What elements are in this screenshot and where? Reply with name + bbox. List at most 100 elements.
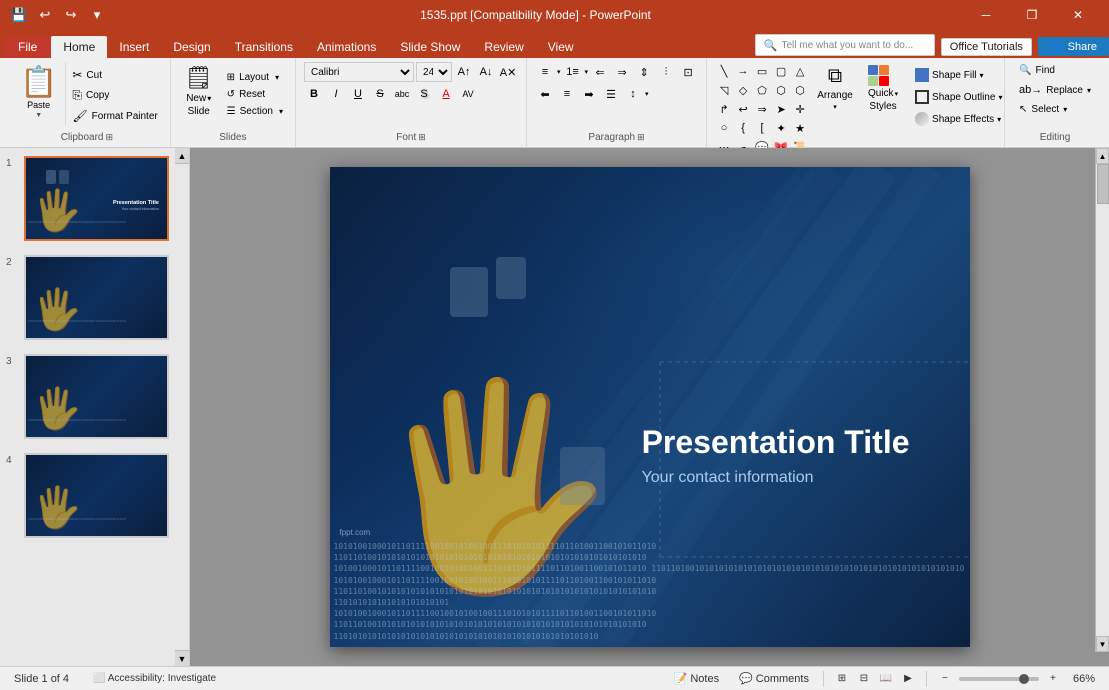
strikethrough-button[interactable]: S bbox=[370, 84, 390, 104]
bullet-list-button[interactable]: ≡ bbox=[535, 62, 555, 82]
clipboard-expand-icon[interactable]: ⊞ bbox=[106, 132, 114, 143]
zoom-in-button[interactable]: + bbox=[1043, 670, 1063, 688]
scrollbar-track[interactable] bbox=[1096, 164, 1109, 636]
slide-thumbnail-4[interactable]: 🖐 10101001000101101111001001010010011101… bbox=[24, 453, 169, 538]
zoom-slider[interactable] bbox=[959, 677, 1039, 681]
columns-button[interactable]: ⫶ bbox=[656, 62, 676, 82]
shape-notched-arrow[interactable]: ➤ bbox=[772, 100, 790, 118]
tab-transitions[interactable]: Transitions bbox=[223, 36, 305, 58]
quick-styles-button[interactable]: Quick ▾ Styles bbox=[861, 62, 905, 115]
slideshow-button[interactable]: ▶ bbox=[898, 670, 918, 688]
shape-star4[interactable]: ✦ bbox=[772, 119, 790, 137]
customize-qat-button[interactable]: ▾ bbox=[86, 4, 108, 26]
shape-diamond[interactable]: ◇ bbox=[734, 81, 752, 99]
tab-slideshow[interactable]: Slide Show bbox=[388, 36, 472, 58]
shape-hexagon[interactable]: ⬡ bbox=[772, 81, 790, 99]
notes-button[interactable]: 📝 Notes bbox=[668, 670, 725, 687]
shape-rounded-rect[interactable]: ▢ bbox=[772, 62, 790, 80]
cut-button[interactable]: ✂ Cut bbox=[68, 66, 161, 84]
shape-effects-button[interactable]: Shape Effects ▾ bbox=[909, 110, 1008, 128]
numbering-arrow[interactable]: ▾ bbox=[585, 68, 589, 76]
tab-design[interactable]: Design bbox=[161, 36, 222, 58]
shape-u-arrow[interactable]: ↩ bbox=[734, 100, 752, 118]
accessibility-button[interactable]: ⬜ Accessibility: Investigate bbox=[87, 671, 222, 686]
shape-bent-arrow[interactable]: ↱ bbox=[715, 100, 733, 118]
tab-file[interactable]: File bbox=[4, 36, 51, 58]
normal-view-button[interactable]: ⊞ bbox=[832, 670, 852, 688]
shape-triangle[interactable]: △ bbox=[791, 62, 809, 80]
shape-rect[interactable]: ▭ bbox=[753, 62, 771, 80]
scroll-up-button[interactable]: ▲ bbox=[1096, 148, 1109, 164]
shape-star5[interactable]: ★ bbox=[791, 119, 809, 137]
line-spacing-arrow[interactable]: ▾ bbox=[645, 90, 649, 98]
new-slide-button[interactable]: 🗒 New ▾ Slide bbox=[179, 62, 219, 120]
justify-button[interactable]: ☰ bbox=[601, 84, 621, 104]
font-color-button[interactable]: A bbox=[436, 84, 456, 104]
zoom-out-button[interactable]: − bbox=[935, 670, 955, 688]
shape-circle[interactable]: ○ bbox=[715, 119, 733, 137]
arrange-button[interactable]: ⧉ Arrange ▾ bbox=[813, 62, 857, 114]
smart-art-convert-button[interactable]: ⊡ bbox=[678, 62, 698, 82]
restore-button[interactable]: ❐ bbox=[1009, 0, 1055, 30]
zoom-level[interactable]: 66% bbox=[1067, 671, 1101, 687]
text-direction-button[interactable]: ⇕ bbox=[634, 62, 654, 82]
tell-me-input[interactable]: 🔍 Tell me what you want to do... bbox=[755, 34, 935, 56]
tab-home[interactable]: Home bbox=[51, 36, 107, 58]
office-tutorials-button[interactable]: Office Tutorials bbox=[941, 38, 1032, 56]
bullet-arrow[interactable]: ▾ bbox=[557, 68, 561, 76]
bold-button[interactable]: B bbox=[304, 84, 324, 104]
slide-thumbnail-1[interactable]: 🖐 Presentation Title Your contact inform… bbox=[24, 156, 169, 241]
save-button[interactable]: 💾 bbox=[8, 4, 30, 26]
find-button[interactable]: 🔍 Find bbox=[1013, 62, 1097, 79]
paste-button[interactable]: 📋 Paste ▼ bbox=[12, 62, 66, 125]
vertical-scrollbar[interactable]: ▲ ▼ bbox=[1095, 148, 1109, 652]
font-size-select[interactable]: 24 bbox=[416, 62, 452, 82]
reset-button[interactable]: ↺ Reset bbox=[223, 87, 287, 102]
scrollbar-thumb[interactable] bbox=[1097, 164, 1109, 204]
format-painter-button[interactable]: 🖌 Format Painter bbox=[68, 107, 161, 125]
shape-striped-arrow[interactable]: ⇒ bbox=[753, 100, 771, 118]
shape-arrow-line[interactable]: → bbox=[734, 62, 752, 80]
shape-rtriangle[interactable]: ◹ bbox=[715, 81, 733, 99]
share-button[interactable]: 👤 Share bbox=[1038, 37, 1109, 56]
slide-sorter-button[interactable]: ⊟ bbox=[854, 670, 874, 688]
shape-outline-button[interactable]: Shape Outline ▾ bbox=[909, 88, 1008, 106]
panel-scroll-up[interactable]: ▲ bbox=[175, 148, 189, 164]
minimize-button[interactable]: ─ bbox=[963, 0, 1009, 30]
shape-pentagon[interactable]: ⬠ bbox=[753, 81, 771, 99]
shape-bracket[interactable]: [ bbox=[753, 119, 771, 137]
slide-thumbnail-2[interactable]: 🖐 10101001000101101111001001010010011101… bbox=[24, 255, 169, 340]
small-caps-button[interactable]: abc bbox=[392, 84, 412, 104]
line-spacing-button[interactable]: ↕ bbox=[623, 84, 643, 104]
copy-button[interactable]: ⎘ Copy bbox=[68, 86, 161, 105]
select-button[interactable]: ↖ Select ▾ bbox=[1013, 101, 1097, 118]
reading-view-button[interactable]: 📖 bbox=[876, 670, 896, 688]
shape-line[interactable]: ╲ bbox=[715, 62, 733, 80]
font-expand-icon[interactable]: ⊞ bbox=[418, 132, 426, 143]
tab-insert[interactable]: Insert bbox=[107, 36, 161, 58]
comments-button[interactable]: 💬 Comments bbox=[733, 670, 815, 687]
scroll-down-button[interactable]: ▼ bbox=[1096, 636, 1109, 652]
char-spacing-button[interactable]: AV bbox=[458, 84, 478, 104]
align-center-button[interactable]: ≡ bbox=[557, 84, 577, 104]
clear-format-button[interactable]: A✕ bbox=[498, 62, 518, 82]
font-family-select[interactable]: Calibri bbox=[304, 62, 414, 82]
increase-indent-button[interactable]: ⇒ bbox=[612, 62, 632, 82]
decrease-font-button[interactable]: A↓ bbox=[476, 62, 496, 82]
panel-scroll-down[interactable]: ▼ bbox=[175, 650, 189, 666]
slide-thumbnail-3[interactable]: 🖐 10101001000101101111001001010010011101… bbox=[24, 354, 169, 439]
zoom-thumb[interactable] bbox=[1019, 674, 1029, 684]
italic-button[interactable]: I bbox=[326, 84, 346, 104]
close-button[interactable]: ✕ bbox=[1055, 0, 1101, 30]
align-right-button[interactable]: ➡ bbox=[579, 84, 599, 104]
tab-review[interactable]: Review bbox=[472, 36, 535, 58]
tab-view[interactable]: View bbox=[536, 36, 586, 58]
tab-animations[interactable]: Animations bbox=[305, 36, 388, 58]
numbering-button[interactable]: 1≡ bbox=[563, 62, 583, 82]
paragraph-expand-icon[interactable]: ⊞ bbox=[637, 132, 645, 143]
shadow-button[interactable]: S bbox=[414, 84, 434, 104]
section-button[interactable]: ☰ Section ▾ bbox=[223, 104, 287, 119]
shape-quad-arrow[interactable]: ✛ bbox=[791, 100, 809, 118]
shape-brace[interactable]: { bbox=[734, 119, 752, 137]
layout-button[interactable]: ⊞ Layout ▾ bbox=[223, 70, 287, 85]
